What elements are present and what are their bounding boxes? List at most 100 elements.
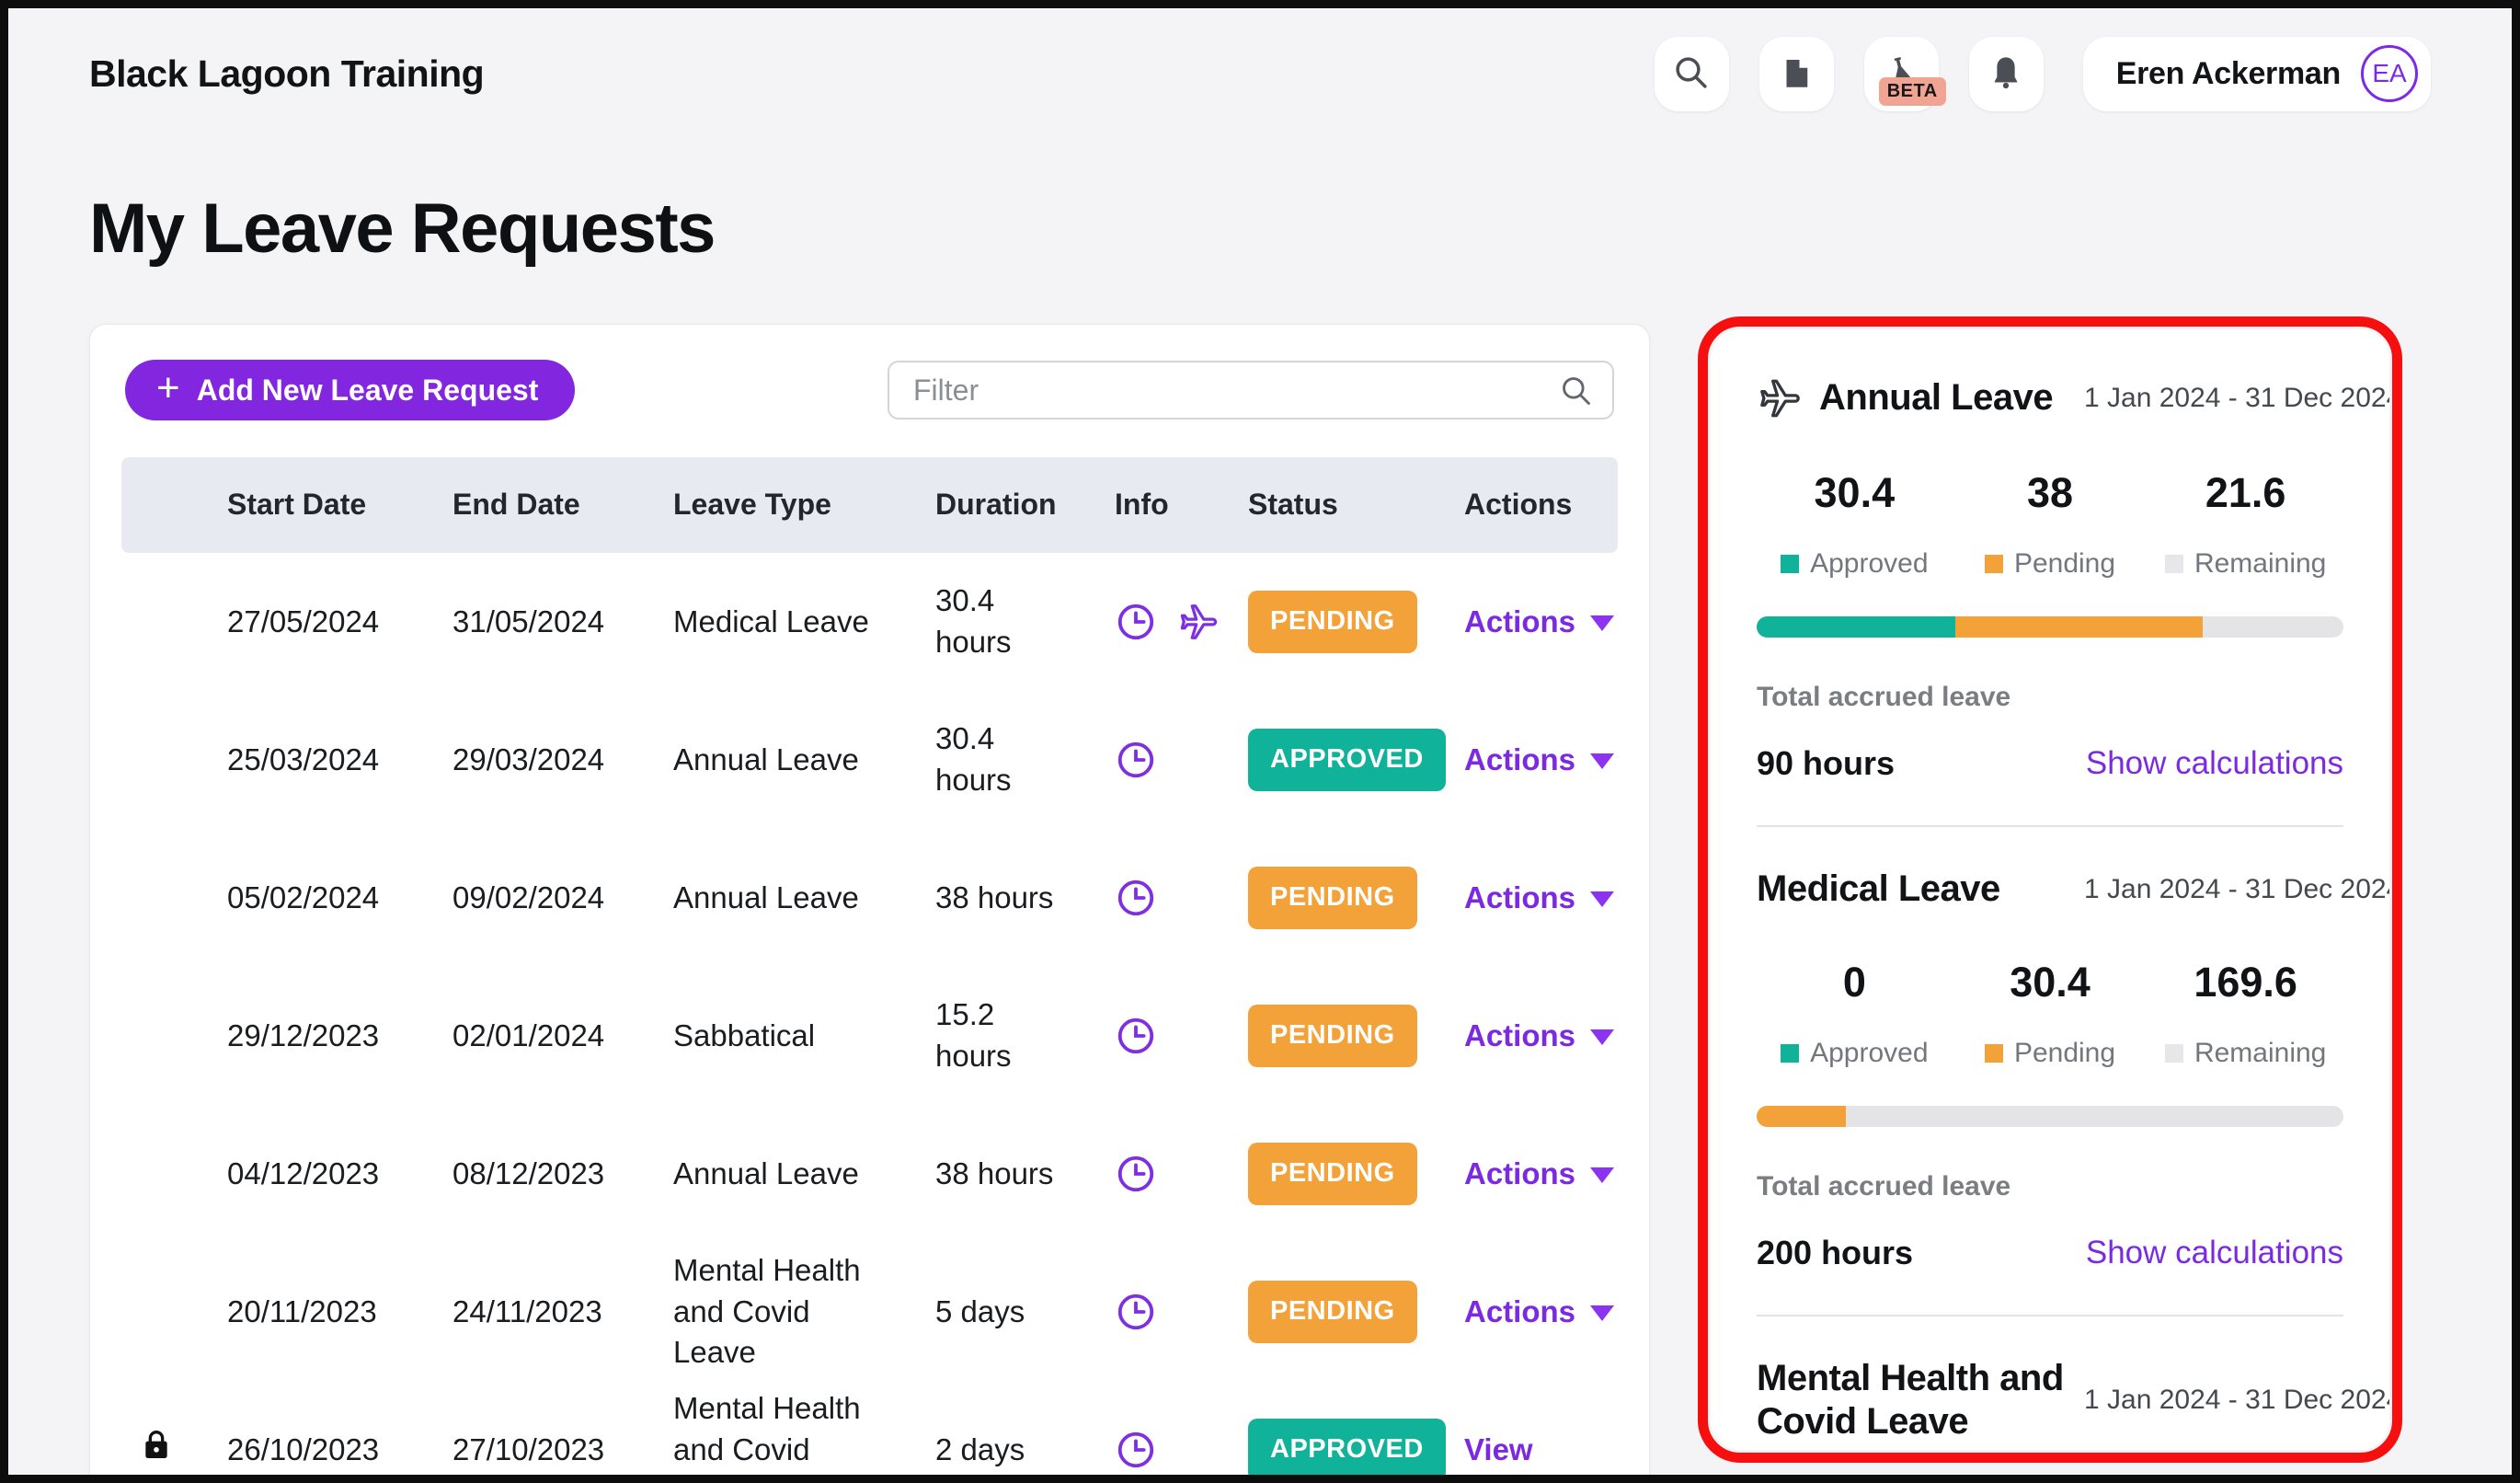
table-row: 20/11/2023 24/11/2023 Mental Health and … <box>121 1243 1618 1381</box>
row-actions-button[interactable]: View <box>1464 1430 1533 1471</box>
row-actions-cell: Actions <box>1464 740 1651 781</box>
status-badge: PENDING <box>1248 1143 1417 1205</box>
filter-input[interactable] <box>888 361 1614 420</box>
company-button[interactable] <box>1758 36 1834 111</box>
row-info-icons <box>1115 1291 1248 1333</box>
brand-title: Black Lagoon Training <box>89 52 485 95</box>
show-calculations-link[interactable]: Show calculations <box>2086 1235 2343 1271</box>
row-start-date: 04/12/2023 <box>227 1155 380 1190</box>
row-duration: 38 hours <box>935 879 1054 914</box>
clock-icon[interactable] <box>1115 1153 1157 1195</box>
row-status-cell: PENDING <box>1248 591 1464 653</box>
section-divider <box>1757 825 2343 827</box>
row-end-date: 08/12/2023 <box>452 1155 605 1190</box>
clock-icon[interactable] <box>1115 739 1157 781</box>
balance-header: Medical Leave 1 Jan 2024 - 31 Dec 2024 <box>1757 868 2389 911</box>
top-bar: Black Lagoon Training BETA Eren Ackerman… <box>89 36 2431 111</box>
building-icon <box>1777 53 1816 95</box>
labs-button[interactable]: BETA <box>1863 36 1946 111</box>
balance-progress-bar <box>1757 1106 2343 1128</box>
row-leave-type: Medical Leave <box>673 604 869 638</box>
row-actions-button[interactable]: Actions <box>1464 1154 1615 1195</box>
balance-title: Mental Health and Covid Leave <box>1757 1358 2064 1443</box>
status-badge: PENDING <box>1248 867 1417 929</box>
clock-icon[interactable] <box>1115 877 1157 919</box>
total-accrued-value: 90 hours <box>1757 744 1896 782</box>
clock-icon[interactable] <box>1115 601 1157 643</box>
row-end-date: 29/03/2024 <box>452 742 605 776</box>
remaining-swatch <box>2164 1044 2183 1063</box>
row-end-date: 02/01/2024 <box>452 1017 605 1052</box>
status-badge: APPROVED <box>1248 729 1446 791</box>
row-end-date: 27/10/2023 <box>452 1431 605 1466</box>
row-actions-cell: Actions <box>1464 1292 1651 1333</box>
user-menu-button[interactable]: Eren Ackerman EA <box>2082 36 2431 111</box>
leave-requests-card: + Add New Leave Request Start Date End D… <box>89 324 1650 1475</box>
remaining-value: 169.6 <box>2194 959 2297 1006</box>
approved-segment <box>1757 616 1955 638</box>
row-info-icons <box>1115 601 1248 643</box>
row-leave-type: Sabbatical <box>673 1017 816 1052</box>
row-status-cell: PENDING <box>1248 1005 1464 1067</box>
top-bar-actions: BETA Eren Ackerman EA <box>1654 36 2431 111</box>
row-lock-cell <box>121 1426 227 1474</box>
row-leave-type: Annual Leave <box>673 879 859 914</box>
row-end-date: 24/11/2023 <box>452 1293 602 1328</box>
row-actions-button[interactable]: Actions <box>1464 740 1615 781</box>
total-accrued-label: Total accrued leave <box>1757 1171 2011 1202</box>
chevron-down-icon <box>1590 615 1615 632</box>
row-actions-button[interactable]: Actions <box>1464 602 1615 643</box>
add-leave-request-button[interactable]: + Add New Leave Request <box>125 360 576 420</box>
row-leave-type: Mental Health and Covid Leave <box>673 1391 861 1475</box>
row-actions-cell: Actions <box>1464 1154 1651 1195</box>
column-header-actions: Actions <box>1464 488 1573 522</box>
clock-icon[interactable] <box>1115 1429 1157 1471</box>
row-info-icons <box>1115 877 1248 919</box>
approved-label: Approved <box>1810 548 1929 579</box>
balance-header: Mental Health and Covid Leave 1 Jan 2024… <box>1757 1357 2389 1443</box>
leave-balance-section: Annual Leave 1 Jan 2024 - 31 Dec 2024 30… <box>1757 375 2389 783</box>
show-calculations-link[interactable]: Show calculations <box>2086 745 2343 782</box>
row-actions-button[interactable]: Actions <box>1464 878 1615 919</box>
leave-balances-panel: Annual Leave 1 Jan 2024 - 31 Dec 2024 30… <box>1711 329 2389 1450</box>
approved-swatch <box>1781 555 1800 573</box>
table-header-row: Start Date End Date Leave Type Duration … <box>121 457 1618 553</box>
pending-segment <box>1954 616 2203 638</box>
balance-period: 1 Jan 2024 - 31 Dec 2024 <box>2084 1385 2389 1416</box>
clock-icon[interactable] <box>1115 1015 1157 1057</box>
remaining-label: Remaining <box>2194 548 2327 579</box>
column-header-start-date: Start Date <box>227 488 367 522</box>
notifications-button[interactable] <box>1968 36 2044 111</box>
filter-field-wrap <box>888 361 1614 420</box>
pending-swatch <box>1984 555 2003 573</box>
table-row: 25/03/2024 29/03/2024 Annual Leave 30.4 … <box>121 691 1618 829</box>
approved-swatch <box>1781 1044 1800 1063</box>
total-accrued-label: Total accrued leave <box>1757 682 2011 712</box>
row-info-icons <box>1115 739 1248 781</box>
leave-balance-section: Medical Leave 1 Jan 2024 - 31 Dec 2024 0… <box>1757 868 2389 1272</box>
table-row: 05/02/2024 09/02/2024 Annual Leave 38 ho… <box>121 829 1618 967</box>
row-actions-button[interactable]: Actions <box>1464 1016 1615 1057</box>
chevron-down-icon <box>1590 891 1615 908</box>
clock-icon[interactable] <box>1115 1291 1157 1333</box>
balance-title: Medical Leave <box>1757 868 2000 909</box>
page-title: My Leave Requests <box>89 190 716 268</box>
search-button[interactable] <box>1654 36 1729 111</box>
table-body: 27/05/2024 31/05/2024 Medical Leave 30.4… <box>121 553 1618 1475</box>
row-info-icons <box>1115 1015 1248 1057</box>
status-badge: PENDING <box>1248 591 1417 653</box>
balance-period: 1 Jan 2024 - 31 Dec 2024 <box>2084 383 2389 413</box>
column-header-info: Info <box>1115 488 1169 522</box>
search-icon <box>1559 374 1594 408</box>
row-duration: 30.4 hours <box>935 721 1012 797</box>
approved-value: 30.4 <box>1814 469 1896 516</box>
plane-icon[interactable] <box>1177 601 1220 643</box>
beta-badge: BETA <box>1878 76 1946 106</box>
table-row: 27/05/2024 31/05/2024 Medical Leave 30.4… <box>121 553 1618 691</box>
row-actions-cell: Actions <box>1464 602 1651 643</box>
avatar: EA <box>2361 45 2418 102</box>
row-start-date: 20/11/2023 <box>227 1293 377 1328</box>
row-actions-button[interactable]: Actions <box>1464 1292 1615 1333</box>
row-leave-type: Mental Health and Covid Leave <box>673 1253 861 1370</box>
row-info-icons <box>1115 1429 1248 1471</box>
